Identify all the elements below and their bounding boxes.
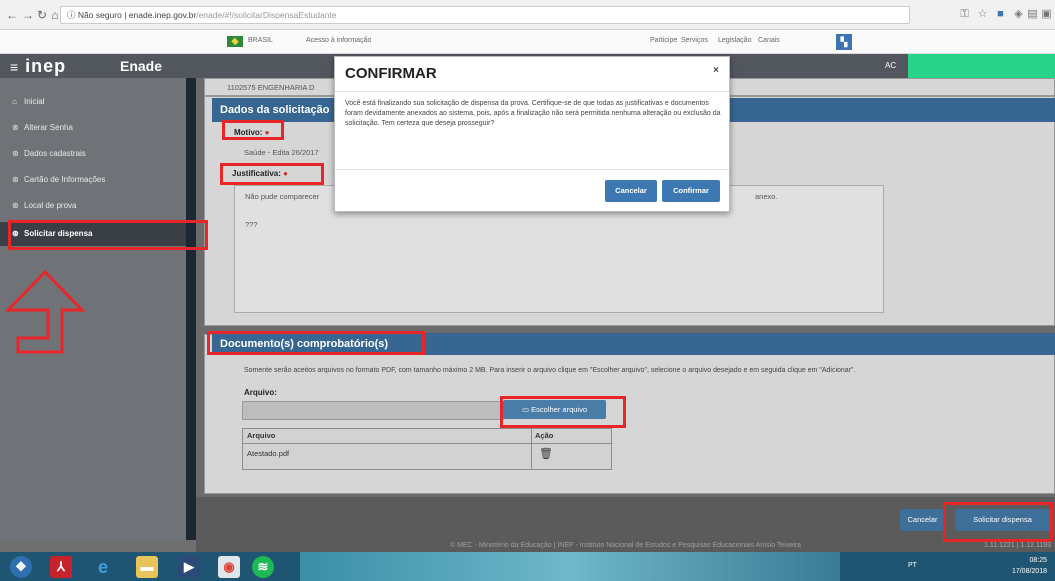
- forward-icon[interactable]: →: [22, 8, 34, 22]
- gov-link[interactable]: Participe: [650, 37, 677, 44]
- sidebar-item-dados-cadastrais[interactable]: ⊛ Dados cadastrais: [0, 142, 186, 166]
- gov-link[interactable]: Serviços: [681, 37, 708, 44]
- highlight-box: [500, 396, 626, 428]
- address-bar[interactable]: ⓘ Não seguro | enade.inep.gov.br/enade/#…: [60, 6, 910, 24]
- table-header-arquivo: Arquivo: [247, 431, 276, 440]
- key-icon[interactable]: ⚿: [958, 8, 971, 21]
- menu-icon[interactable]: ▣: [1040, 8, 1053, 21]
- arrow-circle-icon: ⊛: [12, 201, 19, 210]
- extension-icon[interactable]: ◈: [1012, 8, 1025, 21]
- sidebar-item-inicial[interactable]: ⌂ Inicial: [0, 90, 186, 114]
- dialog-confirm-button[interactable]: Confirmar: [662, 180, 720, 202]
- arrow-circle-icon: ⊛: [12, 175, 19, 184]
- arquivo-label: Arquivo:: [244, 388, 277, 397]
- url-host: enade.inep.gov.br: [128, 10, 197, 20]
- reload-icon[interactable]: ↻: [36, 8, 48, 22]
- sidebar-divider: [186, 78, 196, 540]
- docs-description: Somente serão aceitos arquivos no format…: [244, 367, 856, 374]
- clock[interactable]: 08:25 17/08/2018: [1012, 555, 1047, 577]
- dialog-cancel-button[interactable]: Cancelar: [605, 180, 657, 202]
- arrow-circle-icon: ⊛: [12, 123, 19, 132]
- start-icon[interactable]: ❖: [10, 556, 32, 578]
- motivo-value: Saúde - Edita 26/2017: [244, 148, 319, 157]
- spotify-icon[interactable]: ≋: [252, 556, 274, 578]
- highlight-box: [207, 331, 425, 355]
- sidebar-item-local-prova[interactable]: ⊛ Local de prova: [0, 194, 186, 218]
- url-path: /enade/#!/solicitarDispensaEstudante: [196, 10, 337, 20]
- home-icon: ⌂: [12, 97, 17, 106]
- footer: © MEC - Ministério da Educação | INEP - …: [196, 540, 1055, 552]
- language-indicator[interactable]: PT: [908, 562, 917, 569]
- taskbar: ❖ ⅄ e ▬ ▶ ◉ ≋ PT 08:25 17/08/2018: [0, 552, 1055, 581]
- brazil-flag-icon: [227, 36, 243, 47]
- browser-toolbar: ← → ↻ ⌂ ⓘ Não seguro | enade.inep.gov.br…: [0, 0, 1055, 30]
- explorer-icon[interactable]: ▬: [136, 556, 158, 578]
- confirm-dialog: CONFIRMAR × Você está finalizando sua so…: [334, 56, 730, 212]
- close-icon[interactable]: ×: [713, 65, 719, 76]
- ie-icon[interactable]: e: [92, 556, 114, 578]
- inep-logo: ≡ inep: [10, 56, 67, 76]
- dialog-message: Você está finalizando sua solicitação de…: [345, 100, 721, 127]
- arrow-circle-icon: ⊛: [12, 149, 19, 158]
- table-cell-file: Atestado.pdf: [247, 449, 290, 458]
- url-secure-label: Não seguro: [77, 10, 122, 20]
- course-text: 1102575 ENGENHARIA D: [227, 83, 315, 92]
- files-table: Arquivo Ação Atestado.pdf 🗑: [242, 428, 612, 470]
- footer-text: © MEC - Ministério da Educação | INEP - …: [449, 542, 802, 549]
- highlight-box: [222, 120, 284, 140]
- info-icon: ⓘ: [67, 10, 76, 20]
- gov-access-link[interactable]: Acesso à informação: [306, 37, 371, 44]
- clock-date: 17/08/2018: [1011, 568, 1047, 575]
- highlight-box: [943, 502, 1053, 542]
- acrobat-icon[interactable]: ⅄: [50, 556, 72, 578]
- gov-link[interactable]: Legislação: [718, 37, 751, 44]
- hamburger-icon[interactable]: ≡: [10, 59, 19, 75]
- justificativa-tail: anexo.: [755, 192, 778, 201]
- trash-icon[interactable]: 🗑: [535, 443, 611, 470]
- gov-brasil-link[interactable]: BRASIL: [248, 37, 273, 44]
- brand-title: Enade: [120, 58, 163, 74]
- gov-square-icon[interactable]: ▚: [836, 34, 852, 50]
- clock-time: 08:25: [1029, 557, 1047, 564]
- gov-bar: BRASIL Acesso à informação Participe Ser…: [0, 30, 1055, 54]
- extension-icon[interactable]: ■: [994, 8, 1007, 21]
- account-label[interactable]: AC: [885, 61, 896, 70]
- sidebar-item-alterar-senha[interactable]: ⊛ Alterar Senha: [0, 116, 186, 140]
- sidebar-item-cartao[interactable]: ⊛ Cartão de Informações: [0, 168, 186, 192]
- cancel-button[interactable]: Cancelar: [900, 509, 945, 531]
- justificativa-text: Não pude comparecer: [245, 192, 320, 201]
- justificativa-extra: ???: [245, 220, 258, 229]
- arrow-annotation-icon: [4, 269, 86, 354]
- account-button[interactable]: [908, 54, 1055, 78]
- dialog-title: CONFIRMAR: [345, 65, 437, 82]
- extension-icon[interactable]: ▤: [1026, 8, 1039, 21]
- back-icon[interactable]: ←: [6, 8, 18, 22]
- table-header-acao: Ação: [535, 431, 554, 440]
- star-icon[interactable]: ☆: [976, 8, 989, 21]
- gov-link[interactable]: Canais: [758, 37, 780, 44]
- highlight-box: [8, 220, 208, 250]
- highlight-box: [220, 163, 324, 185]
- file-input[interactable]: [242, 401, 504, 420]
- chrome-icon[interactable]: ◉: [218, 556, 240, 578]
- media-icon[interactable]: ▶: [178, 556, 200, 578]
